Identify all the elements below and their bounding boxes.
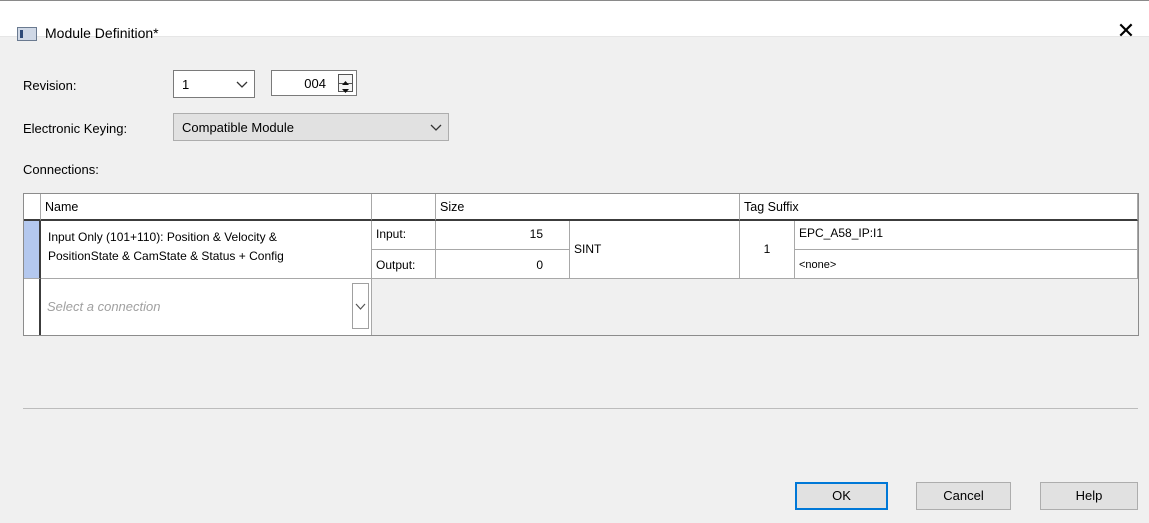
column-header-direction bbox=[372, 194, 436, 221]
output-label: Output: bbox=[372, 250, 436, 279]
new-row-selector[interactable] bbox=[24, 279, 41, 335]
connections-table: Name Size Tag Suffix Input Only (101+110… bbox=[23, 193, 1139, 336]
revision-label: Revision: bbox=[23, 78, 77, 93]
chevron-down-icon bbox=[236, 81, 248, 88]
connections-label: Connections: bbox=[23, 162, 99, 177]
select-connection-dropdown-button[interactable] bbox=[352, 283, 369, 329]
chevron-down-icon bbox=[430, 124, 442, 131]
column-header-tag-suffix[interactable]: Tag Suffix bbox=[740, 194, 1138, 221]
keying-value: Compatible Module bbox=[182, 120, 295, 135]
select-connection-placeholder: Select a connection bbox=[47, 299, 161, 314]
close-button[interactable]: ✕ bbox=[1113, 18, 1139, 44]
top-edge bbox=[0, 0, 1149, 1]
module-icon bbox=[17, 27, 37, 41]
tag-index-cell: 1 bbox=[740, 221, 795, 279]
spin-down-button[interactable] bbox=[339, 83, 352, 93]
connection-name-line1: Input Only (101+110): Position & Velocit… bbox=[48, 230, 277, 244]
keying-label: Electronic Keying: bbox=[23, 121, 128, 136]
help-button[interactable]: Help bbox=[1040, 482, 1138, 510]
new-row-empty-area bbox=[372, 279, 1138, 335]
cancel-button[interactable]: Cancel bbox=[916, 482, 1011, 510]
title-bar bbox=[0, 0, 1149, 37]
connection-name-line2: PositionState & CamState & Status + Conf… bbox=[48, 249, 284, 263]
window-title: Module Definition* bbox=[45, 25, 159, 41]
output-size-cell[interactable]: 0 bbox=[436, 250, 570, 279]
keying-select[interactable]: Compatible Module bbox=[173, 113, 449, 141]
chevron-down-icon bbox=[355, 303, 366, 310]
connection-name-cell[interactable]: Input Only (101+110): Position & Velocit… bbox=[41, 221, 372, 279]
row-header-corner bbox=[24, 194, 41, 221]
row-selector[interactable] bbox=[24, 221, 41, 279]
close-icon: ✕ bbox=[1116, 18, 1136, 43]
data-type-cell: SINT bbox=[570, 221, 740, 279]
revision-major-select[interactable]: 1 bbox=[173, 70, 255, 98]
column-header-name[interactable]: Name bbox=[41, 194, 372, 221]
revision-minor-value: 004 bbox=[304, 76, 326, 91]
column-header-size[interactable]: Size bbox=[436, 194, 740, 221]
spinner-buttons bbox=[338, 74, 353, 93]
revision-minor-spinner[interactable]: 004 bbox=[271, 70, 357, 96]
caret-down-icon bbox=[342, 89, 349, 93]
input-size-cell[interactable]: 15 bbox=[436, 221, 570, 250]
input-label: Input: bbox=[372, 221, 436, 250]
input-tag-cell: EPC_A58_IP:I1 bbox=[795, 221, 1138, 250]
separator bbox=[23, 408, 1138, 409]
revision-major-value: 1 bbox=[182, 77, 190, 92]
select-connection-combo[interactable]: Select a connection bbox=[41, 279, 372, 335]
output-tag-cell: <none> bbox=[795, 250, 1138, 279]
ok-button[interactable]: OK bbox=[795, 482, 888, 510]
